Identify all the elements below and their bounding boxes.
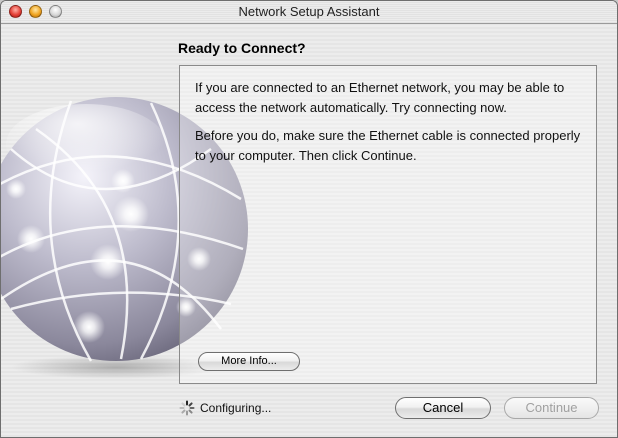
instructions-paragraph: Before you do, make sure the Ethernet ca… bbox=[195, 128, 581, 163]
status-text: Configuring... bbox=[200, 401, 272, 415]
title-bar[interactable]: Network Setup Assistant bbox=[1, 1, 617, 24]
assistant-window: Network Setup Assistant Ready to Connect… bbox=[0, 0, 618, 438]
continue-button[interactable]: Continue bbox=[504, 397, 599, 419]
page-heading: Ready to Connect? bbox=[178, 40, 306, 56]
progress-spinner-icon bbox=[179, 400, 195, 416]
window-title: Network Setup Assistant bbox=[238, 4, 380, 19]
more-info-button[interactable]: More Info... bbox=[198, 352, 300, 371]
intro-paragraph: If you are connected to an Ethernet netw… bbox=[195, 80, 565, 115]
info-panel: If you are connected to an Ethernet netw… bbox=[179, 65, 597, 384]
cancel-button[interactable]: Cancel bbox=[395, 397, 491, 419]
